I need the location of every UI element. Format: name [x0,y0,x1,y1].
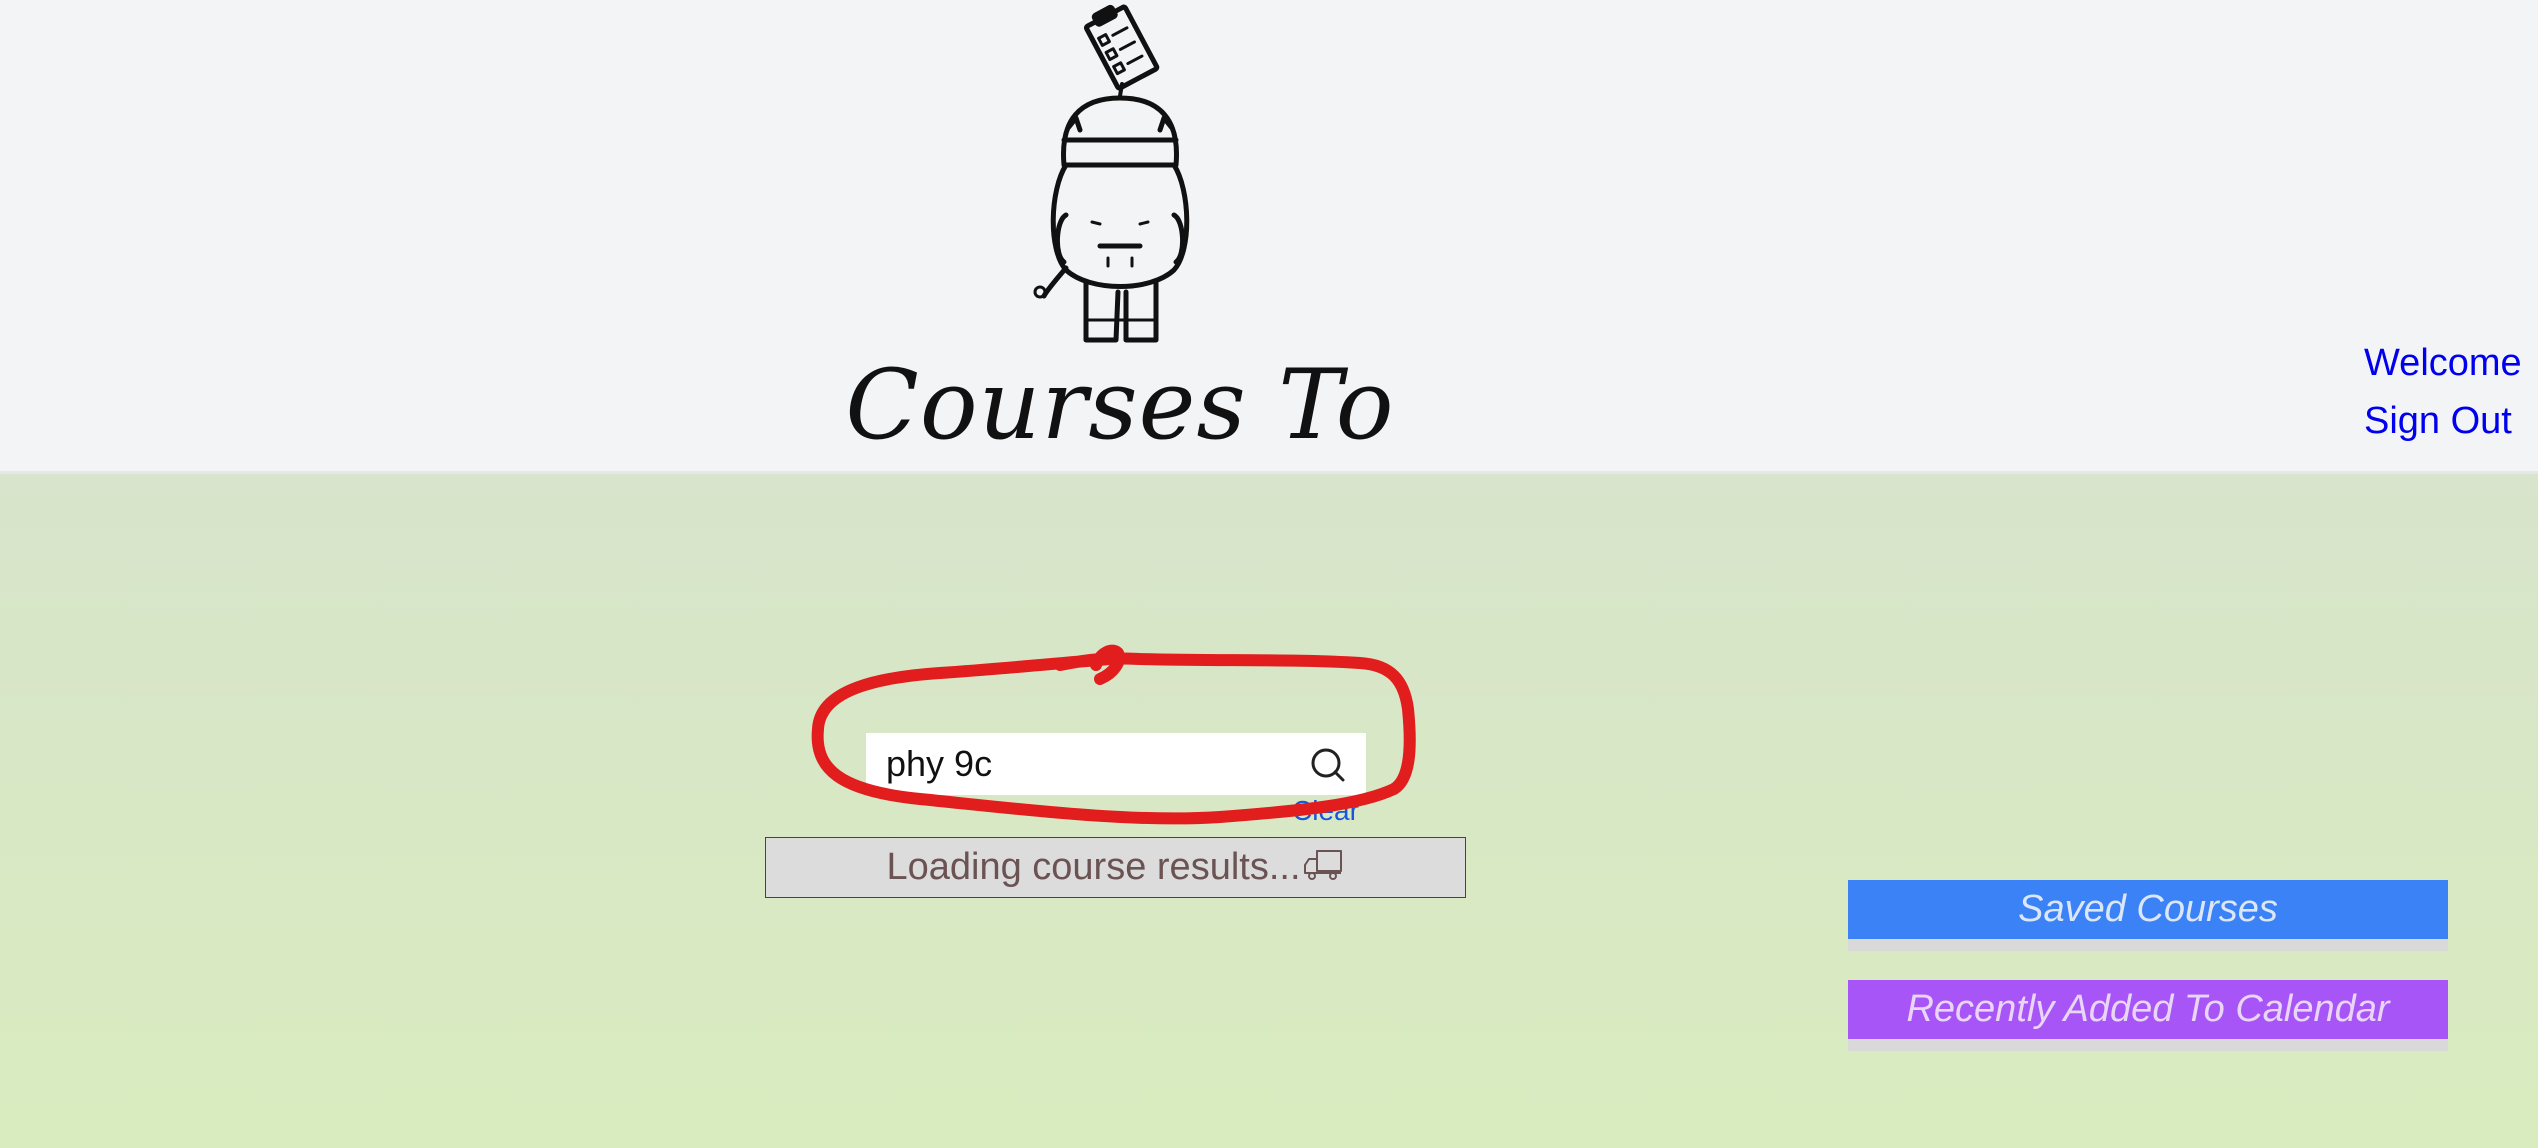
truck-icon [1303,849,1342,880]
welcome-link[interactable]: Welcome [2364,342,2522,385]
app-root: Courses To Calendar Welcome Sign Out Cle… [0,0,2538,1148]
clear-link[interactable]: Clear [1292,795,1359,827]
loading-indicator: Loading course results... [765,837,1466,898]
search-button[interactable] [1306,741,1352,787]
search-box [866,733,1366,795]
recently-added-button[interactable]: Recently Added To Calendar [1848,980,2448,1039]
loading-text: Loading course results... [886,846,1301,888]
site-header: Courses To Calendar Welcome Sign Out [0,0,2538,570]
mascot-logo [1033,4,1190,343]
saved-courses-button[interactable]: Saved Courses [1848,880,2448,939]
clipboard-icon [1083,4,1160,91]
search-icon [1311,748,1345,782]
search-input[interactable] [866,733,1296,795]
main-content: Clear Loading course results... Saved Co… [0,474,2538,1148]
sign-out-link[interactable]: Sign Out [2364,400,2512,443]
